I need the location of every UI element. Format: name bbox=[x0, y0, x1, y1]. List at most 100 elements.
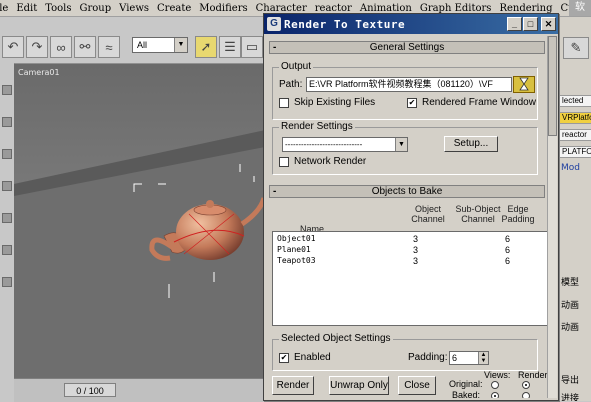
objects-to-bake-rollout[interactable]: - Objects to Bake bbox=[269, 185, 545, 198]
menu-tools[interactable]: Tools bbox=[45, 3, 71, 14]
rendered-frame-window-label: Rendered Frame Window bbox=[422, 97, 536, 108]
timeline: 0 / 100 bbox=[14, 378, 270, 402]
list-item[interactable]: Teapot03 3 6 bbox=[273, 256, 547, 267]
command-panel-icon[interactable]: ✎ bbox=[563, 37, 589, 59]
browse-button[interactable] bbox=[513, 76, 535, 93]
list-item[interactable]: Plane01 3 6 bbox=[273, 245, 547, 256]
strip-icon[interactable] bbox=[2, 117, 12, 127]
menu-file[interactable]: ile bbox=[0, 3, 8, 14]
spinner-arrows-icon[interactable]: ▲ ▼ bbox=[478, 352, 488, 364]
render-to-texture-dialog: G Render To Texture _ □ ✕ - General Sett… bbox=[263, 13, 559, 401]
panel-field[interactable]: lected bbox=[559, 95, 591, 107]
unlink-icon[interactable]: ⚯ bbox=[74, 36, 96, 58]
objects-list[interactable]: Object01 3 6 Plane01 3 6 Teapot03 3 6 bbox=[272, 231, 547, 326]
column-header-object-channel: Object Channel bbox=[411, 204, 445, 224]
select-object-icon[interactable]: ➚ bbox=[195, 36, 217, 58]
chevron-down-icon[interactable]: ▼ bbox=[174, 38, 187, 52]
panel-item[interactable]: 动画 bbox=[561, 298, 579, 311]
panel-item[interactable]: Mod bbox=[561, 163, 580, 173]
panel-item[interactable]: 动画 bbox=[561, 320, 579, 333]
camera-viewport[interactable]: Camera01 bbox=[14, 64, 270, 378]
menu-create[interactable]: Create bbox=[157, 3, 191, 14]
selected-object-settings-label: Selected Object Settings bbox=[279, 333, 393, 344]
setup-button[interactable]: Setup... bbox=[444, 136, 498, 152]
render-column-label: Render bbox=[518, 370, 547, 380]
padding-spinner[interactable]: 6 ▲ ▼ bbox=[449, 351, 489, 365]
panel-item[interactable]: 模型 bbox=[561, 275, 579, 288]
network-render-label: Network Render bbox=[294, 156, 367, 167]
menu-graph-editors[interactable]: Graph Editors bbox=[420, 3, 492, 14]
panel-field[interactable]: VRPlatfo bbox=[559, 112, 591, 124]
menu-group[interactable]: Group bbox=[80, 3, 112, 14]
original-views-radio[interactable] bbox=[491, 381, 499, 389]
menu-views[interactable]: Views bbox=[119, 3, 149, 14]
scrollbar-thumb[interactable] bbox=[548, 36, 557, 136]
unwrap-only-button[interactable]: Unwrap Only bbox=[329, 376, 389, 395]
selection-filter-value: All bbox=[137, 40, 148, 50]
baked-views-radio[interactable] bbox=[491, 392, 499, 398]
menu-reactor[interactable]: reactor bbox=[315, 3, 352, 14]
output-group-label: Output bbox=[279, 61, 314, 72]
maximize-icon[interactable]: □ bbox=[523, 17, 538, 31]
render-settings-group-label: Render Settings bbox=[279, 121, 355, 132]
panel-field[interactable]: reactor bbox=[559, 129, 591, 141]
strip-icon[interactable] bbox=[2, 85, 12, 95]
dialog-title: Render To Texture bbox=[284, 17, 406, 31]
objects-column-headers: Name Object Channel Sub-Object Channel Edg… bbox=[266, 200, 547, 234]
column-header-sub-object-channel: Sub-Object Channel bbox=[455, 204, 501, 224]
menu-animation[interactable]: Animation bbox=[360, 3, 412, 14]
menu-corner-label: 软 bbox=[569, 0, 591, 16]
viewport-label[interactable]: Camera01 bbox=[18, 68, 60, 77]
panel-field[interactable]: PLATFO bbox=[559, 146, 591, 158]
menu-modifiers[interactable]: Modifiers bbox=[199, 3, 247, 14]
time-slider[interactable]: 0 / 100 bbox=[64, 383, 116, 397]
skip-existing-checkbox[interactable] bbox=[279, 98, 289, 108]
output-group bbox=[272, 67, 538, 120]
strip-icon[interactable] bbox=[2, 245, 12, 255]
list-item[interactable]: Object01 3 6 bbox=[273, 234, 547, 245]
rendered-frame-window-checkbox[interactable]: ✔ bbox=[407, 98, 417, 108]
strip-icon[interactable] bbox=[2, 149, 12, 159]
original-render-radio[interactable] bbox=[522, 381, 530, 389]
undo-icon[interactable]: ↶ bbox=[2, 36, 24, 58]
collapse-icon: - bbox=[273, 42, 277, 53]
render-preset-value: ----------------------------- bbox=[285, 140, 363, 149]
left-tool-strip bbox=[0, 63, 15, 401]
panel-item[interactable]: 进接 bbox=[561, 391, 579, 401]
baked-render-radio[interactable] bbox=[522, 392, 530, 398]
render-button[interactable]: Render bbox=[272, 376, 314, 395]
command-panel: ✎ lected VRPlatfo reactor PLATFO Mod 模型 … bbox=[558, 17, 591, 401]
padding-value: 6 bbox=[452, 353, 458, 363]
close-icon[interactable]: ✕ bbox=[541, 17, 556, 31]
enabled-checkbox[interactable]: ✔ bbox=[279, 353, 289, 363]
close-button[interactable]: Close bbox=[398, 376, 436, 395]
bind-space-warp-icon[interactable]: ≈ bbox=[98, 36, 120, 58]
menu-character[interactable]: Character bbox=[256, 3, 307, 14]
selection-filter-dropdown[interactable]: All ▼ bbox=[132, 37, 188, 53]
path-input[interactable]: E:\VR Platform软件视频教程集（081120）\VF bbox=[306, 77, 512, 92]
strip-icon[interactable] bbox=[2, 213, 12, 223]
render-preset-dropdown[interactable]: ----------------------------- ▼ bbox=[282, 137, 408, 152]
path-label: Path: bbox=[279, 79, 303, 90]
viewport-scene bbox=[14, 64, 270, 378]
padding-label: Padding: bbox=[408, 352, 448, 363]
select-by-name-icon[interactable]: ☰ bbox=[219, 36, 241, 58]
views-column-label: Views: bbox=[484, 370, 511, 380]
dialog-content: - General Settings Output Path: E:\VR Pl… bbox=[266, 36, 547, 398]
skip-existing-label: Skip Existing Files bbox=[294, 97, 376, 108]
general-settings-rollout[interactable]: - General Settings bbox=[269, 41, 545, 54]
menu-rendering[interactable]: Rendering bbox=[499, 3, 552, 14]
strip-icon[interactable] bbox=[2, 277, 12, 287]
dialog-scrollbar[interactable] bbox=[547, 36, 557, 398]
hourglass-icon bbox=[519, 77, 529, 91]
network-render-checkbox[interactable] bbox=[279, 157, 289, 167]
redo-icon[interactable]: ↷ bbox=[26, 36, 48, 58]
dialog-title-bar[interactable]: G Render To Texture _ □ ✕ bbox=[264, 14, 558, 34]
minimize-icon[interactable]: _ bbox=[507, 17, 522, 31]
panel-item[interactable]: 导出 bbox=[561, 373, 579, 386]
link-icon[interactable]: ∞ bbox=[50, 36, 72, 58]
select-region-icon[interactable]: ▭ bbox=[241, 36, 263, 58]
menu-edit[interactable]: Edit bbox=[16, 3, 37, 14]
strip-icon[interactable] bbox=[2, 181, 12, 191]
chevron-down-icon[interactable]: ▼ bbox=[395, 138, 407, 151]
